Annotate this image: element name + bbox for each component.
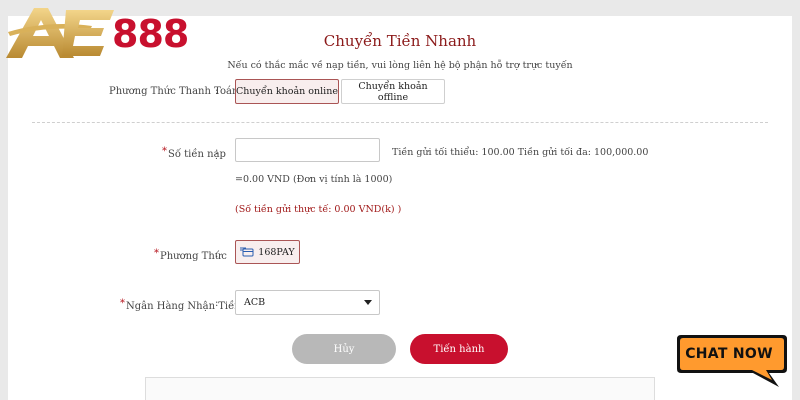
page-subtitle: Nếu có thắc mắc về nạp tiền, vui lòng li… — [227, 60, 573, 71]
payment-method-label: Phương Thức Thanh Toán — [109, 86, 239, 97]
page-title: Chuyển Tiền Nhanh — [323, 32, 477, 50]
online-transfer-button[interactable]: Chuyển khoản online — [235, 79, 339, 104]
bank-select[interactable]: ACB — [235, 290, 380, 315]
amount-colon: : — [215, 146, 219, 157]
chat-now-button[interactable]: CHAT NOW — [673, 331, 791, 391]
required-mark: * — [120, 298, 125, 309]
section-divider — [32, 122, 768, 123]
method-colon: : — [215, 249, 219, 260]
required-mark: * — [162, 146, 167, 157]
bank-label: *Ngân Hàng Nhận Tiền — [120, 298, 241, 312]
required-mark: * — [154, 248, 159, 259]
cancel-button[interactable]: Hủy — [292, 334, 396, 364]
dropdown-arrow-icon — [364, 300, 372, 305]
offline-transfer-button[interactable]: Chuyển khoản offline — [341, 79, 445, 104]
proceed-button[interactable]: Tiến hành — [410, 334, 508, 364]
amount-limits-text: Tiền gửi tối thiểu: 100.00 Tiền gửi tối … — [392, 147, 649, 158]
actual-amount-text: (Số tiền gửi thực tế: 0.00 VND(k) ) — [235, 204, 402, 215]
amount-converted-text: =0.00 VND (Đơn vị tính là 1000) — [235, 174, 393, 185]
pay-168-chip[interactable]: 168PAY — [235, 240, 300, 264]
bank-selected-value: ACB — [244, 297, 266, 308]
bank-colon: : — [215, 298, 219, 309]
bank-label-text: Ngân Hàng Nhận Tiền — [126, 301, 241, 312]
payment-method-colon: : — [215, 86, 219, 97]
bottom-panel — [145, 377, 655, 400]
amount-input[interactable] — [235, 138, 380, 162]
card-transfer-icon — [240, 247, 254, 257]
chat-now-label: CHAT NOW — [685, 346, 773, 362]
pay-chip-label: 168PAY — [258, 246, 295, 258]
